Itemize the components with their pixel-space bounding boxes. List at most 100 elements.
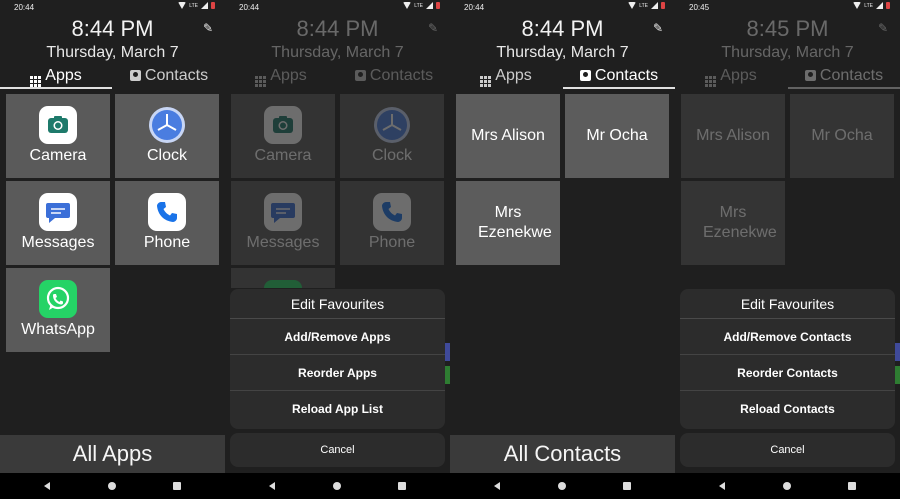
recents-icon[interactable] xyxy=(173,482,181,490)
clock-icon xyxy=(373,106,411,144)
home-icon[interactable] xyxy=(333,482,341,490)
app-tile-clock[interactable]: Clock xyxy=(115,94,219,178)
contact-tile[interactable]: Mr Ocha xyxy=(790,94,894,178)
reorder-apps-button[interactable]: Reorder Apps xyxy=(230,355,445,391)
wifi-icon xyxy=(178,2,187,9)
nav-bar xyxy=(0,473,225,499)
app-tile-messages[interactable]: Messages xyxy=(231,181,335,265)
home-icon[interactable] xyxy=(108,482,116,490)
back-icon[interactable] xyxy=(269,482,275,490)
contacts-icon xyxy=(579,70,591,81)
all-contacts-button[interactable]: All Contacts xyxy=(450,435,675,473)
apps-grid-icon xyxy=(705,76,717,87)
recents-icon[interactable] xyxy=(623,482,631,490)
tab-apps[interactable]: Apps xyxy=(0,64,112,89)
back-icon[interactable] xyxy=(719,482,725,490)
cancel-button[interactable]: Cancel xyxy=(230,433,445,467)
back-icon[interactable] xyxy=(44,482,50,490)
reorder-contacts-button[interactable]: Reorder Contacts xyxy=(680,355,895,391)
camera-icon xyxy=(264,106,302,144)
app-tile-clock[interactable]: Clock xyxy=(340,94,444,178)
tab-bar: Apps Contacts xyxy=(0,64,225,89)
tab-apps-label: Apps xyxy=(270,67,307,84)
nav-bar xyxy=(225,473,450,499)
app-label: Clock xyxy=(371,147,412,164)
contact-name: Mrs Ezenekwe xyxy=(703,204,777,241)
contact-tile[interactable]: Mrs Ezenekwe xyxy=(681,181,785,265)
add-remove-apps-button[interactable]: Add/Remove Apps xyxy=(230,319,445,355)
tab-apps[interactable]: Apps xyxy=(225,64,337,89)
clock-icon xyxy=(148,106,186,144)
contact-name: Mr Ocha xyxy=(586,127,648,144)
home-icon[interactable] xyxy=(558,482,566,490)
contact-tile[interactable]: Mr Ocha xyxy=(565,94,669,178)
app-label: Camera xyxy=(29,147,87,164)
contact-tile[interactable]: Mrs Alison xyxy=(456,94,560,178)
nav-bar xyxy=(675,473,900,499)
screen-apps: 20:44 LTE 8:44 PM ✎ Thursday, March 7 Ap… xyxy=(0,0,225,499)
app-tile-phone[interactable]: Phone xyxy=(115,181,219,265)
app-label: WhatsApp xyxy=(21,321,95,338)
tab-contacts[interactable]: Contacts xyxy=(113,64,225,89)
recents-icon[interactable] xyxy=(848,482,856,490)
battery-icon xyxy=(886,2,890,9)
contact-tile[interactable]: Mrs Ezenekwe xyxy=(456,181,560,265)
screen-apps-edit: 20:44 LTE 8:44 PM ✎ Thursday, March 7 Ap… xyxy=(225,0,450,499)
tab-contacts[interactable]: Contacts xyxy=(563,64,675,89)
recents-icon[interactable] xyxy=(398,482,406,490)
app-tile-phone[interactable]: Phone xyxy=(340,181,444,265)
tab-bar: Apps Contacts xyxy=(225,64,450,89)
reload-contacts-button[interactable]: Reload Contacts xyxy=(680,391,895,427)
tab-bar: Apps Contacts xyxy=(450,64,675,89)
lte-icon: LTE xyxy=(414,2,423,9)
edit-pencil-icon[interactable]: ✎ xyxy=(428,22,440,34)
tab-contacts-label: Contacts xyxy=(594,67,659,84)
back-icon[interactable] xyxy=(494,482,500,490)
lte-icon: LTE xyxy=(639,2,648,9)
date-label: Thursday, March 7 xyxy=(721,44,854,61)
screen-contacts-edit: 20:45 LTE 8:45 PM ✎ Thursday, March 7 Ap… xyxy=(675,0,900,499)
status-time: 20:44 xyxy=(14,3,35,12)
tab-contacts-label: Contacts xyxy=(819,67,884,84)
date-label: Thursday, March 7 xyxy=(496,44,629,61)
app-tile-camera[interactable]: Camera xyxy=(6,94,110,178)
app-label: Messages xyxy=(21,234,95,251)
app-tile-whatsapp-partial[interactable] xyxy=(231,268,335,288)
edit-pencil-icon[interactable]: ✎ xyxy=(878,22,890,34)
phone-icon xyxy=(373,193,411,231)
all-apps-button[interactable]: All Apps xyxy=(0,435,225,473)
nav-bar xyxy=(450,473,675,499)
status-bar: 20:44 LTE xyxy=(0,0,225,14)
contact-tile[interactable]: Mrs Alison xyxy=(681,94,785,178)
app-tile-messages[interactable]: Messages xyxy=(6,181,110,265)
tab-contacts[interactable]: Contacts xyxy=(788,64,900,89)
contact-name: Mr Ocha xyxy=(811,127,873,144)
tab-apps[interactable]: Apps xyxy=(675,64,787,89)
battery-icon xyxy=(211,2,215,9)
date-label: Thursday, March 7 xyxy=(271,44,404,61)
status-bar: 20:45 LTE xyxy=(675,0,900,14)
signal-icon xyxy=(426,2,433,9)
app-tile-whatsapp[interactable]: WhatsApp xyxy=(6,268,110,352)
add-remove-contacts-button[interactable]: Add/Remove Contacts xyxy=(680,319,895,355)
phone-icon xyxy=(148,193,186,231)
home-icon[interactable] xyxy=(783,482,791,490)
wifi-icon xyxy=(403,2,412,9)
wifi-icon xyxy=(628,2,637,9)
contacts-icon xyxy=(129,70,141,81)
edit-pencil-icon[interactable]: ✎ xyxy=(203,22,215,34)
edit-pencil-icon[interactable]: ✎ xyxy=(653,22,665,34)
app-tile-camera[interactable]: Camera xyxy=(231,94,335,178)
clock-time: 8:44 PM xyxy=(296,16,379,41)
reload-app-list-button[interactable]: Reload App List xyxy=(230,391,445,427)
status-time: 20:45 xyxy=(689,3,710,12)
clock-time: 8:44 PM xyxy=(71,16,154,41)
tab-contacts-label: Contacts xyxy=(144,67,209,84)
camera-icon xyxy=(39,106,77,144)
tab-apps-label: Apps xyxy=(45,67,82,84)
apps-grid-icon xyxy=(255,76,267,87)
tab-contacts[interactable]: Contacts xyxy=(338,64,450,89)
cancel-button[interactable]: Cancel xyxy=(680,433,895,467)
battery-icon xyxy=(436,2,440,9)
tab-apps[interactable]: Apps xyxy=(450,64,562,89)
